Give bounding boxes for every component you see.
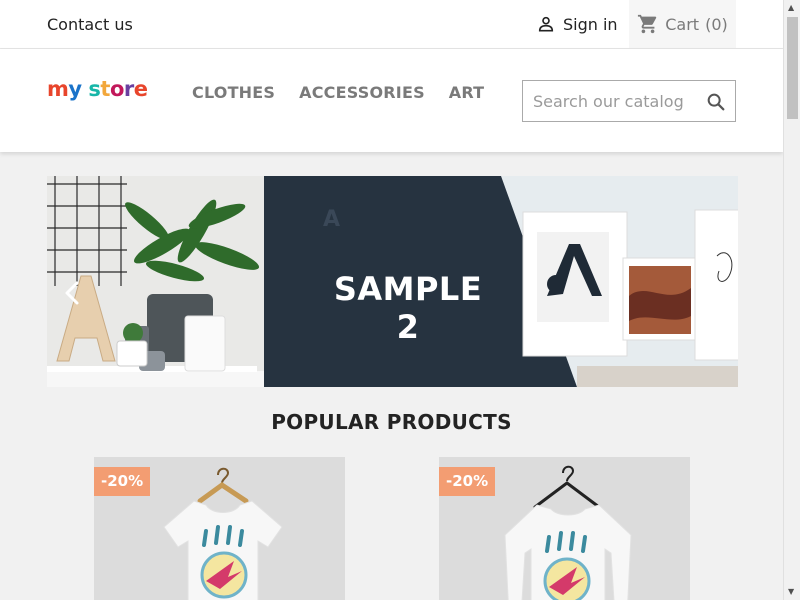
cart-label: Cart	[665, 14, 700, 34]
top-nav: Contact us Sign in Cart (0)	[0, 0, 783, 49]
user-icon	[538, 16, 554, 32]
scroll-up-arrow-icon[interactable]: ▲	[788, 3, 794, 12]
scroll-down-arrow-icon[interactable]: ▼	[788, 587, 794, 596]
menu-item-clothes[interactable]: CLOTHES	[192, 83, 275, 102]
main-menu: CLOTHES ACCESSORIES ART	[192, 83, 484, 102]
shopping-cart-icon	[638, 14, 657, 34]
sign-in-label: Sign in	[563, 14, 618, 34]
cart-button[interactable]: Cart (0)	[629, 0, 736, 48]
search-input[interactable]	[533, 81, 703, 121]
search-box	[522, 80, 736, 122]
popular-products-title: POPULAR PRODUCTS	[271, 410, 512, 434]
product-card[interactable]: -20%	[439, 457, 690, 600]
scrollbar-thumb[interactable]	[787, 17, 798, 119]
home-slider[interactable]: A SAMPLE 2	[47, 176, 738, 387]
chevron-right-icon[interactable]	[702, 278, 726, 308]
discount-badge: -20%	[94, 467, 151, 496]
product-card[interactable]: -20%	[94, 457, 345, 600]
store-logo[interactable]: my store	[47, 77, 148, 101]
menu-item-art[interactable]: ART	[449, 83, 485, 102]
page-scrollbar[interactable]: ▲ ▼	[783, 0, 800, 600]
site-header: my store CLOTHES ACCESSORIES ART	[0, 49, 783, 152]
slide-caption: SAMPLE 2	[333, 270, 483, 346]
contact-us-link[interactable]: Contact us	[47, 15, 133, 34]
sign-in-link[interactable]: Sign in	[536, 14, 618, 34]
menu-item-accessories[interactable]: ACCESSORIES	[299, 83, 425, 102]
chevron-left-icon[interactable]	[60, 278, 84, 308]
search-icon[interactable]	[705, 91, 727, 113]
cart-count: (0)	[705, 14, 728, 34]
svg-text:A: A	[323, 207, 340, 232]
discount-badge: -20%	[439, 467, 496, 496]
page: Contact us Sign in Cart (0) my store CLO…	[0, 0, 783, 600]
